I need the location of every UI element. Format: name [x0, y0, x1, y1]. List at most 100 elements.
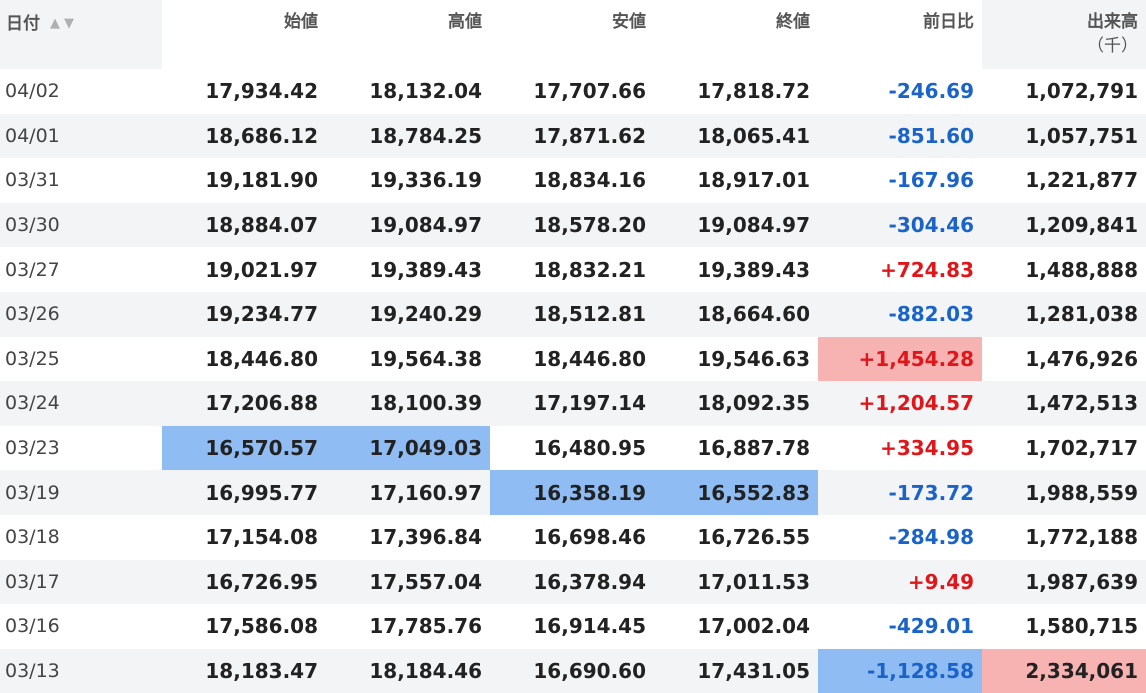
table-row: 04/01 18,686.12 18,784.25 17,871.62 18,065.4…: [0, 113, 1146, 159]
open-header-label: 始値: [284, 12, 318, 32]
high-cell: 18,784.25: [326, 113, 490, 159]
table-row: 03/13 18,183.47 18,184.46 16,690.60 17,431.0…: [0, 648, 1146, 693]
open-cell: 17,586.08: [205, 614, 318, 639]
volume-unit-label: （千）: [1087, 36, 1138, 56]
low-cell: 17,197.14: [490, 381, 654, 426]
volume-cell: 1,476,926: [1025, 346, 1138, 371]
low-cell: 16,690.60: [490, 648, 654, 693]
volume-cell: 1,987,639: [982, 559, 1146, 605]
open-cell: 16,995.77: [162, 470, 326, 515]
table-body: 04/02 17,934.42 18,132.04 17,707.66 17,818.7…: [0, 69, 1146, 693]
change-cell: -882.03: [818, 291, 982, 337]
high-cell: 19,240.29: [326, 291, 490, 337]
volume-cell: 1,209,841: [982, 202, 1146, 248]
open-cell: 18,686.12: [162, 113, 326, 159]
change-cell: -167.96: [888, 168, 974, 193]
date-cell: 03/24: [0, 381, 162, 426]
table-row: 03/25 18,446.80 19,564.38 18,446.80 19,546.6…: [0, 336, 1146, 382]
volume-column-header: 出来高 （千）: [982, 0, 1146, 69]
change-cell: -246.69: [888, 79, 974, 104]
table-row: 03/31 19,181.90 19,336.19 18,834.16 18,917.0…: [0, 158, 1146, 203]
close-column-header: 終値: [654, 0, 818, 69]
date-cell: 03/25: [5, 347, 60, 370]
low-cell: 16,914.45: [533, 614, 646, 639]
table-row: 03/30 18,884.07 19,084.97 18,578.20 19,084.9…: [0, 202, 1146, 248]
open-cell: 19,234.77: [162, 291, 326, 337]
close-cell: 17,002.04: [697, 614, 810, 639]
close-cell: 18,092.35: [654, 381, 818, 426]
date-cell: 03/19: [0, 470, 162, 515]
low-column-header: 安値: [490, 0, 654, 69]
change-cell: -851.60: [818, 113, 982, 159]
date-cell: 03/16: [5, 615, 60, 638]
high-cell: 19,084.97: [326, 202, 490, 248]
low-cell: 18,834.16: [533, 168, 646, 193]
open-cell: 16,726.95: [162, 559, 326, 605]
open-cell: 17,934.42: [205, 79, 318, 104]
table-row: 03/24 17,206.88 18,100.39 17,197.14 18,092.3…: [0, 381, 1146, 426]
date-cell: 03/18: [5, 526, 60, 549]
low-cell: 18,832.21: [533, 257, 646, 282]
low-cell: 16,358.19: [490, 470, 654, 515]
sort-arrows-icon[interactable]: ▲▼: [50, 12, 78, 36]
close-cell: 17,431.05: [654, 648, 818, 693]
close-cell: 18,664.60: [654, 291, 818, 337]
volume-cell: 1,488,888: [1025, 257, 1138, 282]
high-header-label: 高値: [448, 12, 482, 32]
change-column-header: 前日比: [818, 0, 982, 69]
date-cell: 03/17: [0, 559, 162, 605]
volume-cell: 1,221,877: [1025, 168, 1138, 193]
change-cell: -1,128.58: [818, 648, 982, 693]
close-cell: 19,389.43: [697, 257, 810, 282]
close-cell: 18,917.01: [697, 168, 810, 193]
change-cell: +1,204.57: [818, 381, 982, 426]
change-header-label: 前日比: [923, 12, 974, 32]
high-cell: 19,389.43: [369, 257, 482, 282]
date-header-label: 日付: [6, 14, 40, 34]
open-cell: 17,206.88: [162, 381, 326, 426]
header-row: 日付 ▲▼ 始値 高値 安値 終値 前日比 出来高 （千）: [0, 0, 1146, 69]
close-cell: 17,011.53: [654, 559, 818, 605]
low-cell: 18,578.20: [490, 202, 654, 248]
date-column-header[interactable]: 日付 ▲▼: [0, 0, 162, 69]
volume-cell: 1,072,791: [1025, 79, 1138, 104]
close-cell: 17,818.72: [697, 79, 810, 104]
date-cell: 04/01: [0, 113, 162, 159]
table-row: 03/27 19,021.97 19,389.43 18,832.21 19,389.4…: [0, 247, 1146, 292]
volume-cell: 1,281,038: [982, 291, 1146, 337]
table-row: 03/18 17,154.08 17,396.84 16,698.46 16,726.5…: [0, 515, 1146, 560]
low-cell: 18,512.81: [490, 291, 654, 337]
volume-header-label: 出来高: [1087, 12, 1138, 32]
table-row: 03/26 19,234.77 19,240.29 18,512.81 18,664.6…: [0, 291, 1146, 337]
table-row: 03/17 16,726.95 17,557.04 16,378.94 17,011.5…: [0, 559, 1146, 605]
date-cell: 03/23: [5, 437, 60, 460]
high-cell: 19,564.38: [369, 346, 482, 371]
table-row: 04/02 17,934.42 18,132.04 17,707.66 17,818.7…: [0, 69, 1146, 114]
open-cell: 18,884.07: [162, 202, 326, 248]
volume-cell: 2,334,061: [982, 648, 1146, 693]
volume-cell: 1,702,717: [1025, 436, 1138, 461]
high-cell: 18,100.39: [326, 381, 490, 426]
close-header-label: 終値: [776, 12, 810, 32]
price-history-table: 日付 ▲▼ 始値 高値 安値 終値 前日比 出来高 （千） 04/02 17,934.…: [0, 0, 1146, 693]
date-cell: 03/31: [5, 169, 60, 192]
date-cell: 03/27: [5, 258, 60, 281]
change-cell: -304.46: [818, 202, 982, 248]
low-header-label: 安値: [612, 12, 646, 32]
high-cell: 17,557.04: [326, 559, 490, 605]
close-cell: 19,084.97: [654, 202, 818, 248]
low-cell: 16,378.94: [490, 559, 654, 605]
high-cell: 18,184.46: [326, 648, 490, 693]
high-column-header: 高値: [326, 0, 490, 69]
table-row: 03/23 16,570.57 17,049.03 16,480.95 16,887.7…: [0, 425, 1146, 471]
low-cell: 17,871.62: [490, 113, 654, 159]
change-cell: +1,454.28: [818, 336, 982, 382]
high-cell: 18,132.04: [369, 79, 482, 104]
open-cell: 19,021.97: [205, 257, 318, 282]
date-cell: 04/02: [5, 80, 60, 103]
volume-cell: 1,472,513: [982, 381, 1146, 426]
volume-cell: 1,057,751: [982, 113, 1146, 159]
high-cell: 17,785.76: [369, 614, 482, 639]
close-cell: 16,887.78: [697, 436, 810, 461]
close-cell: 18,065.41: [654, 113, 818, 159]
